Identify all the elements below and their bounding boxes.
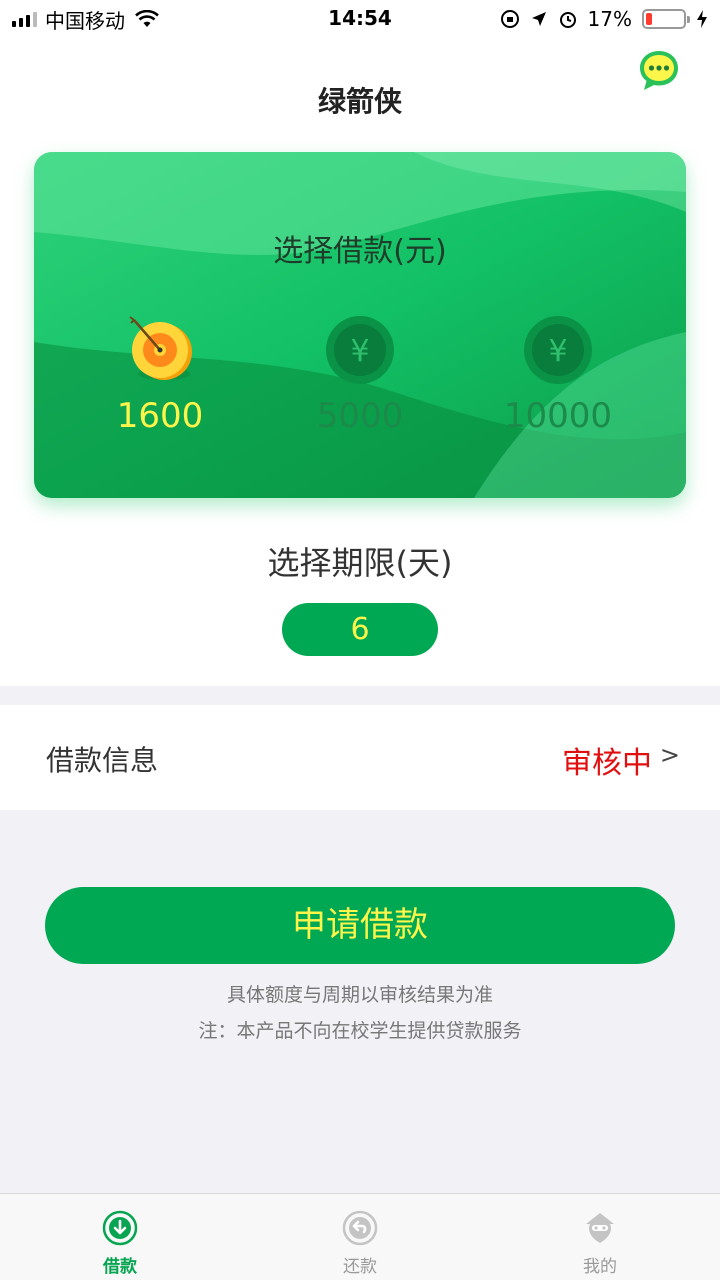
status-bar: 中国移动 14:54 17% bbox=[0, 0, 720, 40]
tab-profile[interactable]: 我的 bbox=[480, 1194, 720, 1280]
borrow-icon bbox=[102, 1210, 138, 1246]
orientation-lock-icon bbox=[500, 10, 519, 28]
chat-bubble-icon[interactable] bbox=[636, 48, 682, 94]
svg-text:¥: ¥ bbox=[350, 334, 369, 369]
tab-label: 还款 bbox=[343, 1257, 377, 1277]
charging-icon bbox=[697, 10, 707, 28]
loan-selector-section: 绿箭侠 选择借款(元) 1600 ¥ 5000 ¥ 10000 选择期限(天) … bbox=[0, 40, 720, 686]
amount-value: 5000 bbox=[316, 396, 404, 436]
chevron-right-icon: > bbox=[659, 741, 680, 769]
svg-text:¥: ¥ bbox=[548, 334, 567, 369]
battery-percent: 17% bbox=[587, 7, 632, 31]
amount-title: 选择借款(元) bbox=[273, 234, 447, 269]
apply-loan-button[interactable]: 申请借款 bbox=[45, 887, 675, 964]
alarm-icon bbox=[559, 12, 576, 28]
profile-icon bbox=[586, 1213, 614, 1243]
status-right: 17% bbox=[500, 6, 708, 32]
loan-info-row[interactable]: 借款信息 审核中 > bbox=[0, 705, 720, 810]
loan-info-label: 借款信息 bbox=[46, 744, 159, 777]
battery-icon bbox=[642, 9, 690, 29]
page-title: 绿箭侠 bbox=[317, 85, 402, 118]
location-icon bbox=[531, 12, 546, 26]
limit-note: 具体额度与周期以审核结果为准 bbox=[226, 984, 493, 1006]
amount-option-10000[interactable]: ¥ 10000 bbox=[458, 312, 658, 436]
tab-repay[interactable]: 还款 bbox=[240, 1194, 480, 1280]
yen-coin-icon: ¥ bbox=[326, 316, 394, 384]
yen-coin-icon: ¥ bbox=[524, 316, 592, 384]
tab-bar: 借款 还款 我的 bbox=[0, 1193, 720, 1280]
tab-label: 我的 bbox=[583, 1257, 617, 1277]
term-option[interactable]: 6 bbox=[282, 603, 438, 656]
tab-label: 借款 bbox=[103, 1257, 137, 1277]
amount-option-5000[interactable]: ¥ 5000 bbox=[260, 312, 460, 436]
amount-card: 选择借款(元) 1600 ¥ 5000 ¥ 10000 bbox=[34, 152, 686, 498]
target-coin-icon bbox=[129, 316, 192, 380]
battery-level bbox=[646, 13, 653, 25]
loan-status: 审核中 bbox=[562, 746, 652, 781]
amount-value: 10000 bbox=[503, 396, 613, 436]
tab-borrow[interactable]: 借款 bbox=[0, 1194, 240, 1280]
amount-value: 1600 bbox=[116, 396, 204, 436]
term-title: 选择期限(天) bbox=[267, 544, 453, 582]
repay-icon bbox=[342, 1210, 378, 1246]
amount-option-1600[interactable]: 1600 bbox=[60, 312, 260, 436]
student-note: 注：本产品不向在校学生提供贷款服务 bbox=[198, 1020, 522, 1042]
